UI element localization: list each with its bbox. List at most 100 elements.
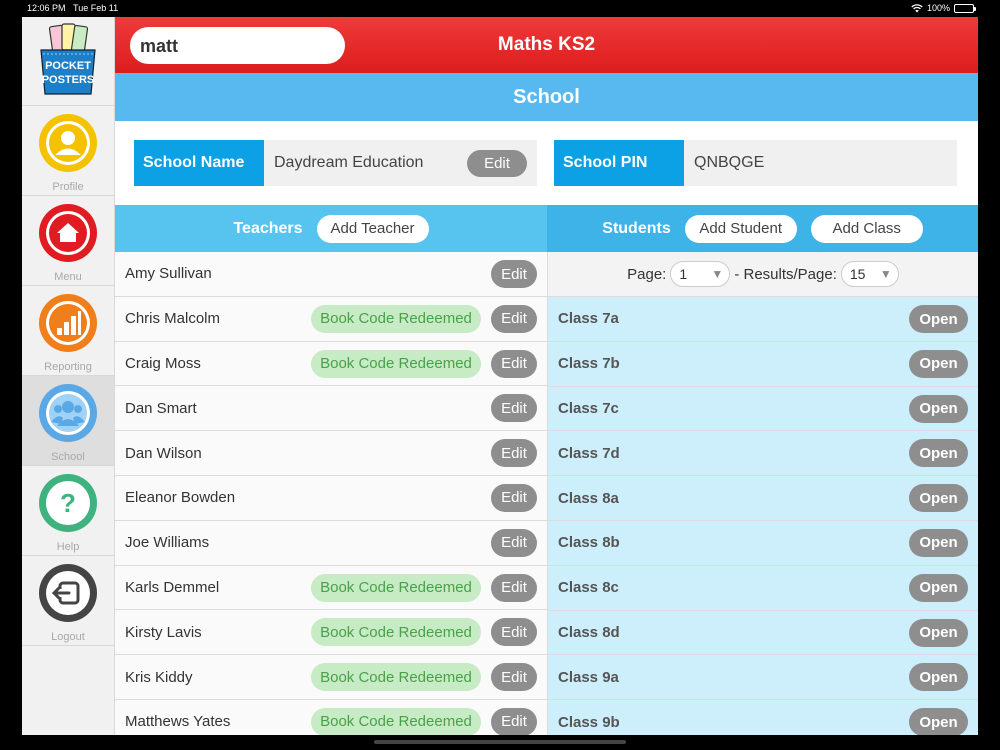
list-item: Class 8d Open [548, 611, 978, 656]
profile-icon [39, 114, 97, 172]
class-list: Page: 1 ▼ - Results/Page: 15 ▼ Class 7a O… [547, 252, 978, 735]
table-row: Amy Sullivan Edit [115, 252, 547, 297]
open-class-button[interactable]: Open [909, 484, 968, 513]
add-student-button[interactable]: Add Student [684, 214, 797, 243]
class-name: Class 7c [558, 399, 619, 417]
home-indicator[interactable] [374, 740, 626, 744]
page-title: School [115, 73, 978, 121]
sidebar-item-label: Help [56, 541, 80, 553]
table-row: Eleanor Bowden Edit [115, 475, 547, 521]
svg-text:POSTERS: POSTERS [42, 74, 95, 86]
class-name: Class 7d [558, 444, 620, 462]
table-row: Dan Smart Edit [115, 386, 547, 432]
class-name: Class 8a [558, 489, 619, 507]
edit-teacher-button[interactable]: Edit [491, 439, 537, 468]
list-item: Class 9a Open [548, 655, 978, 701]
school-name-field: School Name Daydream Education Edit [134, 140, 537, 186]
sidebar-item-menu[interactable]: Menu [22, 196, 114, 286]
edit-teacher-button[interactable]: Edit [491, 573, 537, 602]
table-row: Craig Moss Book Code Redeemed Edit [115, 341, 547, 387]
list-item: Class 8a Open [548, 476, 978, 521]
page-select[interactable]: 1 ▼ [670, 261, 731, 287]
edit-teacher-button[interactable]: Edit [491, 260, 537, 288]
chevron-down-icon: ▼ [711, 267, 724, 281]
sidebar-item-profile[interactable]: Profile [22, 106, 114, 196]
class-name: Class 8d [558, 623, 620, 641]
edit-teacher-button[interactable]: Edit [491, 349, 537, 378]
status-time: 12:06 PM Tue Feb 11 [27, 3, 119, 13]
teacher-name: Craig Moss [125, 354, 201, 372]
sidebar-item-school[interactable]: School [22, 376, 114, 466]
status-right: 100% [911, 3, 976, 13]
book-code-badge: Book Code Redeemed [311, 663, 481, 692]
table-row: Kris Kiddy Book Code Redeemed Edit [115, 655, 547, 700]
teacher-name: Karls Demmel [125, 578, 220, 596]
table-row: Chris Malcolm Book Code Redeemed Edit [115, 296, 547, 342]
open-class-button[interactable]: Open [909, 708, 968, 735]
teacher-name: Dan Wilson [125, 444, 202, 462]
pocket-posters-logo[interactable]: POCKET POSTERS [22, 17, 114, 106]
edit-teacher-button[interactable]: Edit [491, 394, 537, 423]
table-row: Joe Williams Edit [115, 520, 547, 566]
list-item: Class 8b Open [548, 521, 978, 566]
edit-teacher-button[interactable]: Edit [491, 304, 537, 333]
question-icon: ? [39, 474, 97, 532]
sidebar-item-reporting[interactable]: Reporting [22, 286, 114, 376]
list-item: Class 7a Open [548, 297, 978, 342]
open-class-button[interactable]: Open [909, 305, 968, 333]
class-name: Class 7a [558, 310, 619, 328]
edit-teacher-button[interactable]: Edit [491, 707, 537, 735]
open-class-button[interactable]: Open [909, 663, 968, 692]
page-label: Page: [627, 265, 667, 283]
top-header: matt Maths KS2 [115, 17, 978, 73]
status-bar: 12:06 PM Tue Feb 11 100% [0, 0, 1000, 17]
sidebar-item-help[interactable]: ? Help [22, 466, 114, 556]
open-class-button[interactable]: Open [909, 349, 968, 378]
teacher-name: Matthews Yates [125, 713, 231, 731]
logo-icon: POCKET POSTERS [40, 23, 96, 95]
teacher-name: Amy Sullivan [125, 265, 212, 283]
edit-teacher-button[interactable]: Edit [491, 663, 537, 692]
sidebar-item-label: School [51, 451, 85, 463]
school-name-label: School Name [134, 140, 264, 186]
edit-teacher-button[interactable]: Edit [491, 483, 537, 512]
open-class-button[interactable]: Open [909, 528, 968, 557]
edit-school-name-button[interactable]: Edit [467, 150, 527, 177]
open-class-button[interactable]: Open [909, 573, 968, 602]
class-name: Class 8b [558, 534, 620, 552]
sidebar-item-label: Menu [54, 271, 82, 283]
table-row: Karls Demmel Book Code Redeemed Edit [115, 565, 547, 611]
teachers-header: Teachers Add Teacher [115, 205, 547, 252]
add-teacher-button[interactable]: Add Teacher [316, 214, 429, 243]
list-item: Class 7c Open [548, 387, 978, 432]
open-class-button[interactable]: Open [909, 618, 968, 647]
sidebar-item-logout[interactable]: Logout [22, 556, 114, 646]
add-class-button[interactable]: Add Class [810, 214, 923, 243]
wifi-icon [911, 3, 923, 12]
school-pin-label: School PIN [554, 140, 684, 186]
list-item: Class 8c Open [548, 566, 978, 611]
teacher-name: Kris Kiddy [125, 668, 193, 686]
open-class-button[interactable]: Open [909, 439, 968, 468]
book-code-badge: Book Code Redeemed [311, 618, 481, 647]
school-name-text: Daydream Education [274, 154, 424, 171]
sidebar-item-label: Profile [52, 181, 84, 193]
chevron-down-icon: ▼ [879, 267, 892, 281]
results-per-page-select[interactable]: 15 ▼ [840, 261, 899, 287]
app-screen: POCKET POSTERS Profile Menu Reporting Sc… [22, 17, 978, 735]
class-name: Class 7b [558, 355, 620, 373]
edit-teacher-button[interactable]: Edit [491, 618, 537, 647]
teacher-name: Eleanor Bowden [125, 489, 236, 507]
class-name: Class 9a [558, 668, 619, 686]
teacher-name: Dan Smart [125, 399, 197, 417]
svg-text:?: ? [60, 488, 76, 518]
book-code-badge: Book Code Redeemed [311, 573, 481, 602]
edit-teacher-button[interactable]: Edit [491, 528, 537, 557]
table-row: Kirsty Lavis Book Code Redeemed Edit [115, 610, 547, 656]
pagination-bar: Page: 1 ▼ - Results/Page: 15 ▼ [548, 252, 978, 297]
school-pin-field: School PIN QNBQGE [554, 140, 957, 186]
teachers-heading: Teachers [233, 219, 303, 237]
school-pin-value: QNBQGE [694, 154, 765, 171]
open-class-button[interactable]: Open [909, 394, 968, 423]
svg-text:POCKET: POCKET [45, 60, 91, 72]
